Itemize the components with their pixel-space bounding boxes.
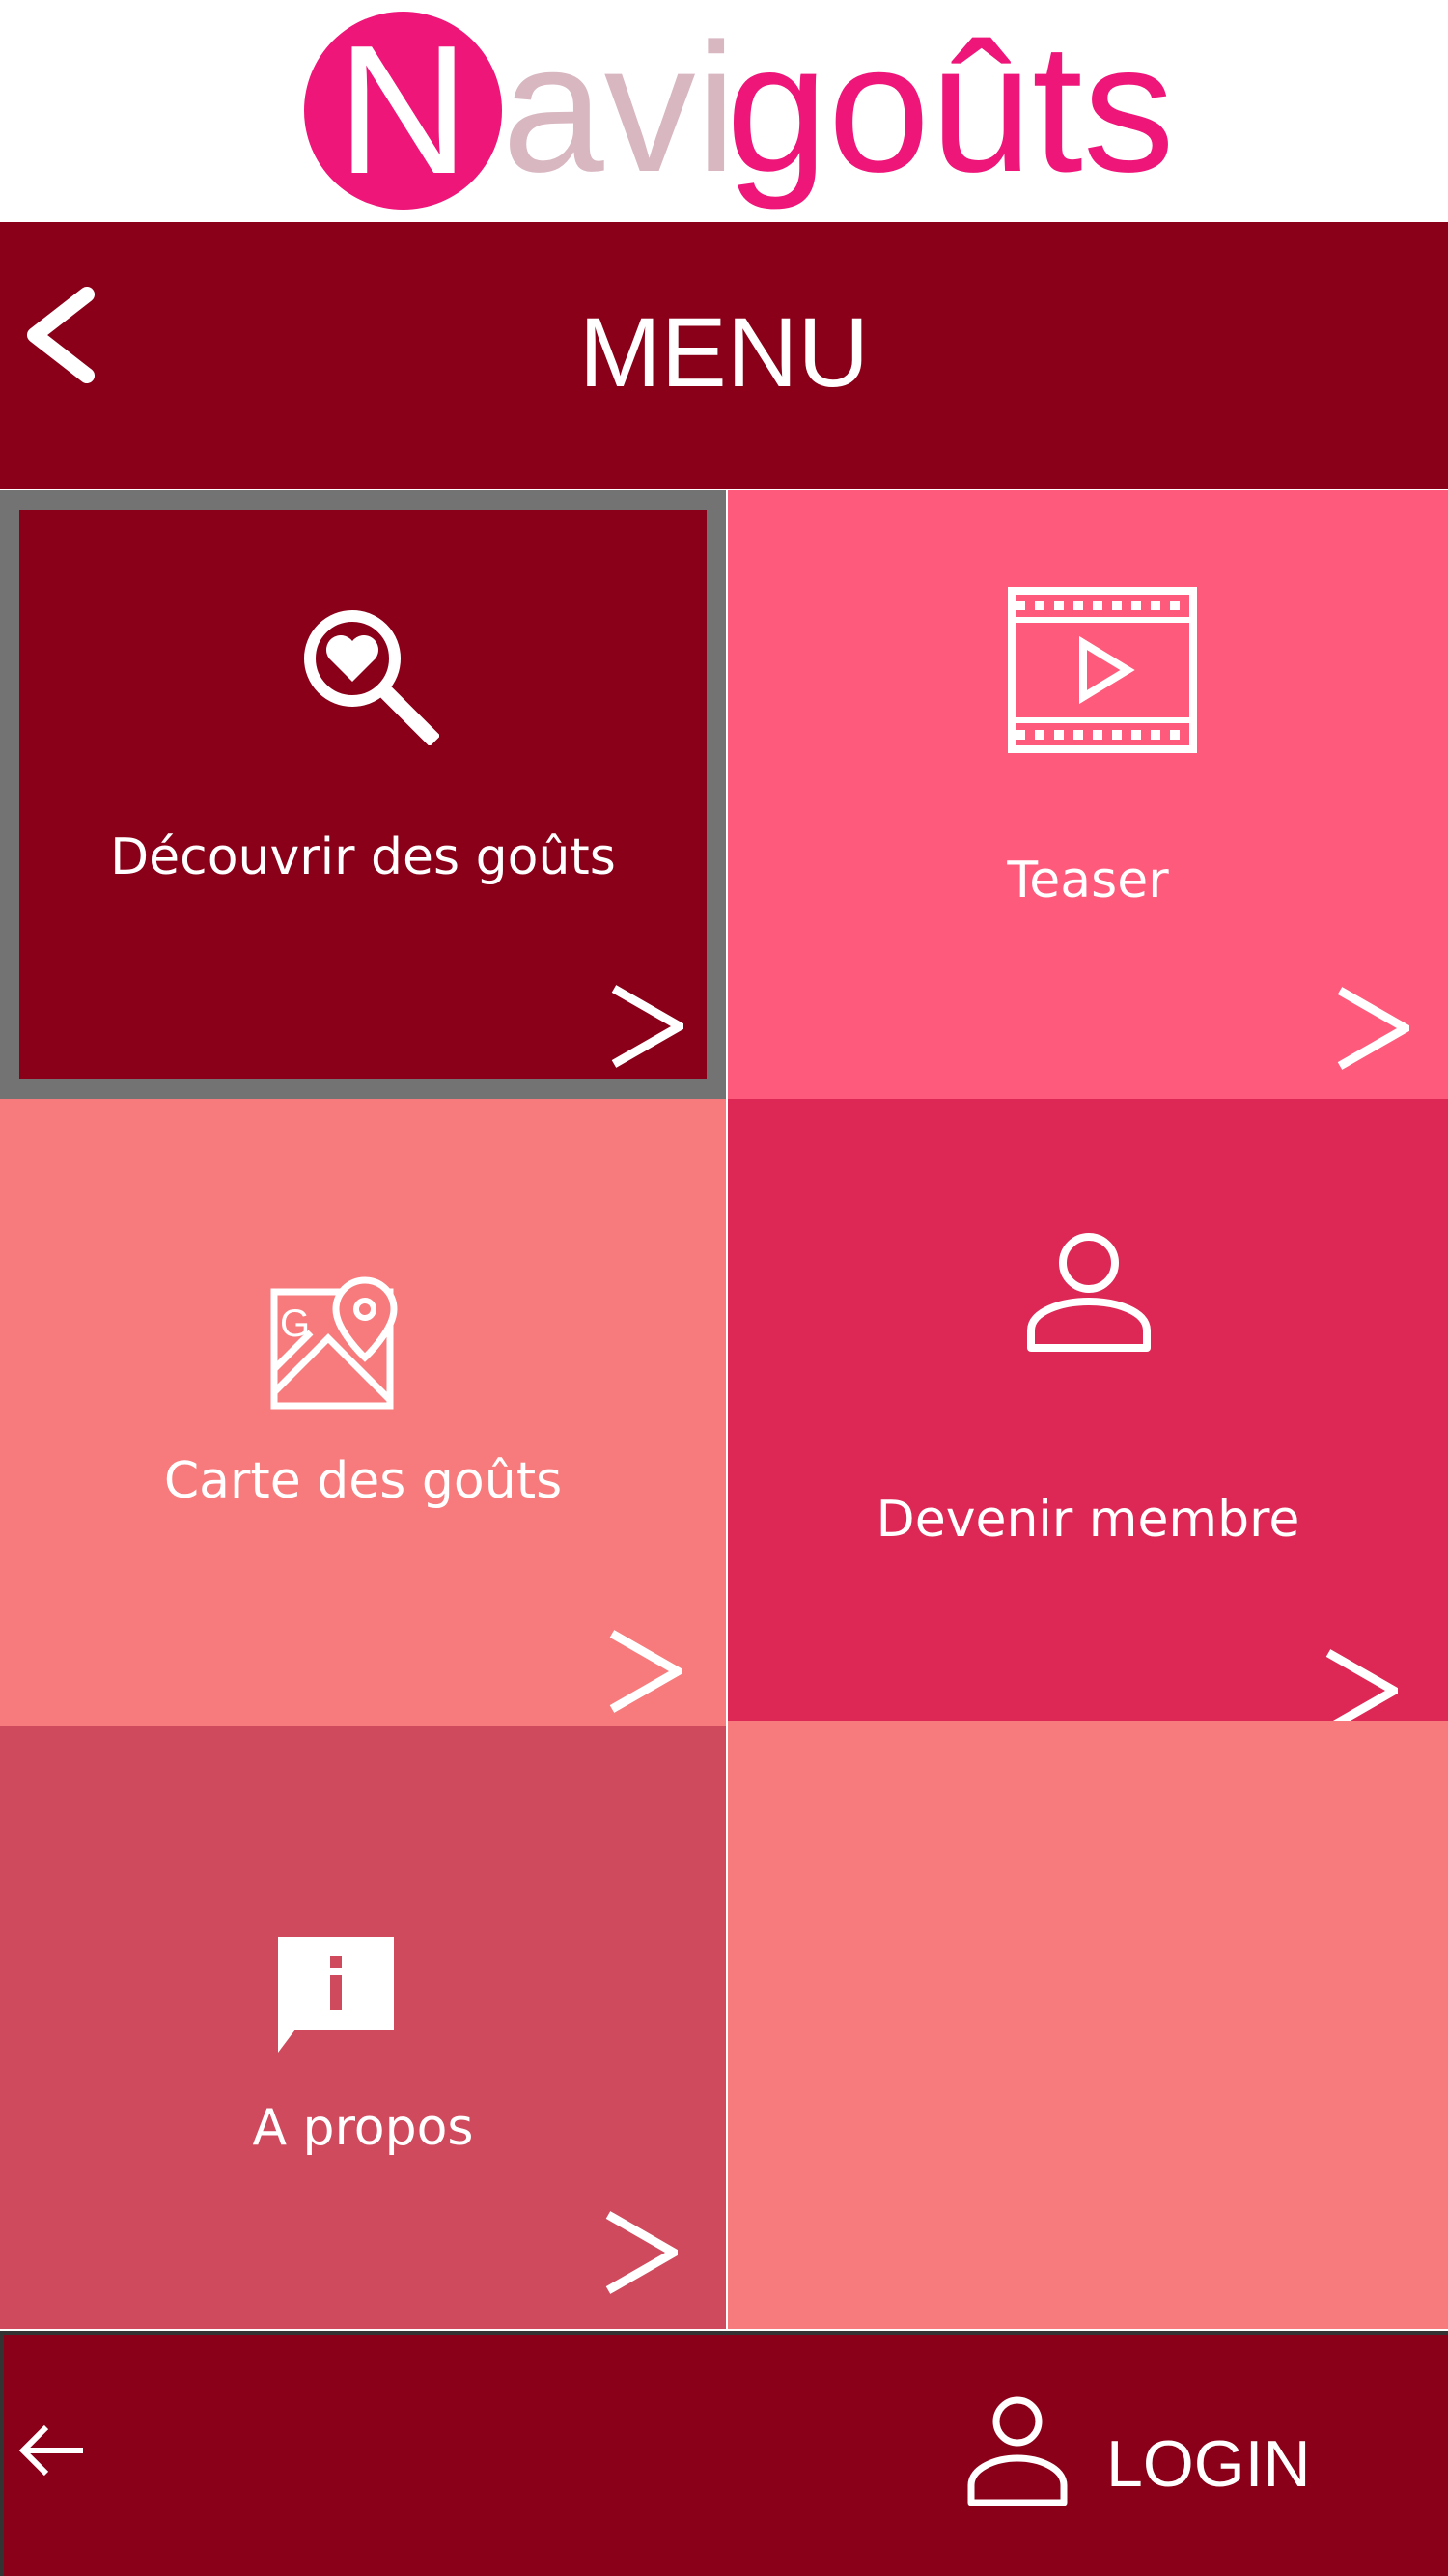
menu-tile-member[interactable]: Devenir membre [728, 1099, 1448, 1732]
map-pin-icon: G [270, 1276, 398, 1410]
tile-label: Devenir membre [876, 1491, 1300, 1549]
user-icon [1027, 1233, 1151, 1352]
chevron-right-icon [609, 1630, 682, 1713]
menu-tile-about[interactable]: A propos [0, 1726, 726, 2329]
logo-text-part: goûts [726, 6, 1175, 210]
user-icon[interactable] [965, 2394, 1070, 2508]
film-play-icon [1008, 587, 1197, 753]
tile-label: Carte des goûts [163, 1452, 563, 1510]
page-title: MENU [578, 297, 870, 407]
app-logo: N avi goûts [0, 0, 1448, 220]
login-button[interactable]: LOGIN [1106, 2425, 1311, 2503]
tile-label: Découvrir des goûts [110, 828, 616, 886]
menu-tile-teaser[interactable]: Teaser [728, 490, 1448, 1099]
chevron-right-icon [1337, 987, 1409, 1070]
logo-initial: N [336, 8, 470, 212]
menu-tile-map[interactable]: G Carte des goûts [0, 1099, 726, 1726]
chevron-right-icon [605, 2211, 678, 2294]
info-chat-icon [278, 1937, 394, 2053]
menu-tile-empty [728, 1721, 1448, 2329]
tile-label: A propos [252, 2099, 474, 2157]
arrow-left-icon[interactable] [17, 2422, 87, 2479]
menu-tile-discover[interactable]: Découvrir des goûts [19, 510, 707, 1079]
chevron-right-icon [611, 985, 683, 1068]
tile-label: Teaser [1007, 852, 1169, 910]
logo-text-part: avi [502, 6, 737, 210]
heart-search-icon [304, 610, 439, 745]
